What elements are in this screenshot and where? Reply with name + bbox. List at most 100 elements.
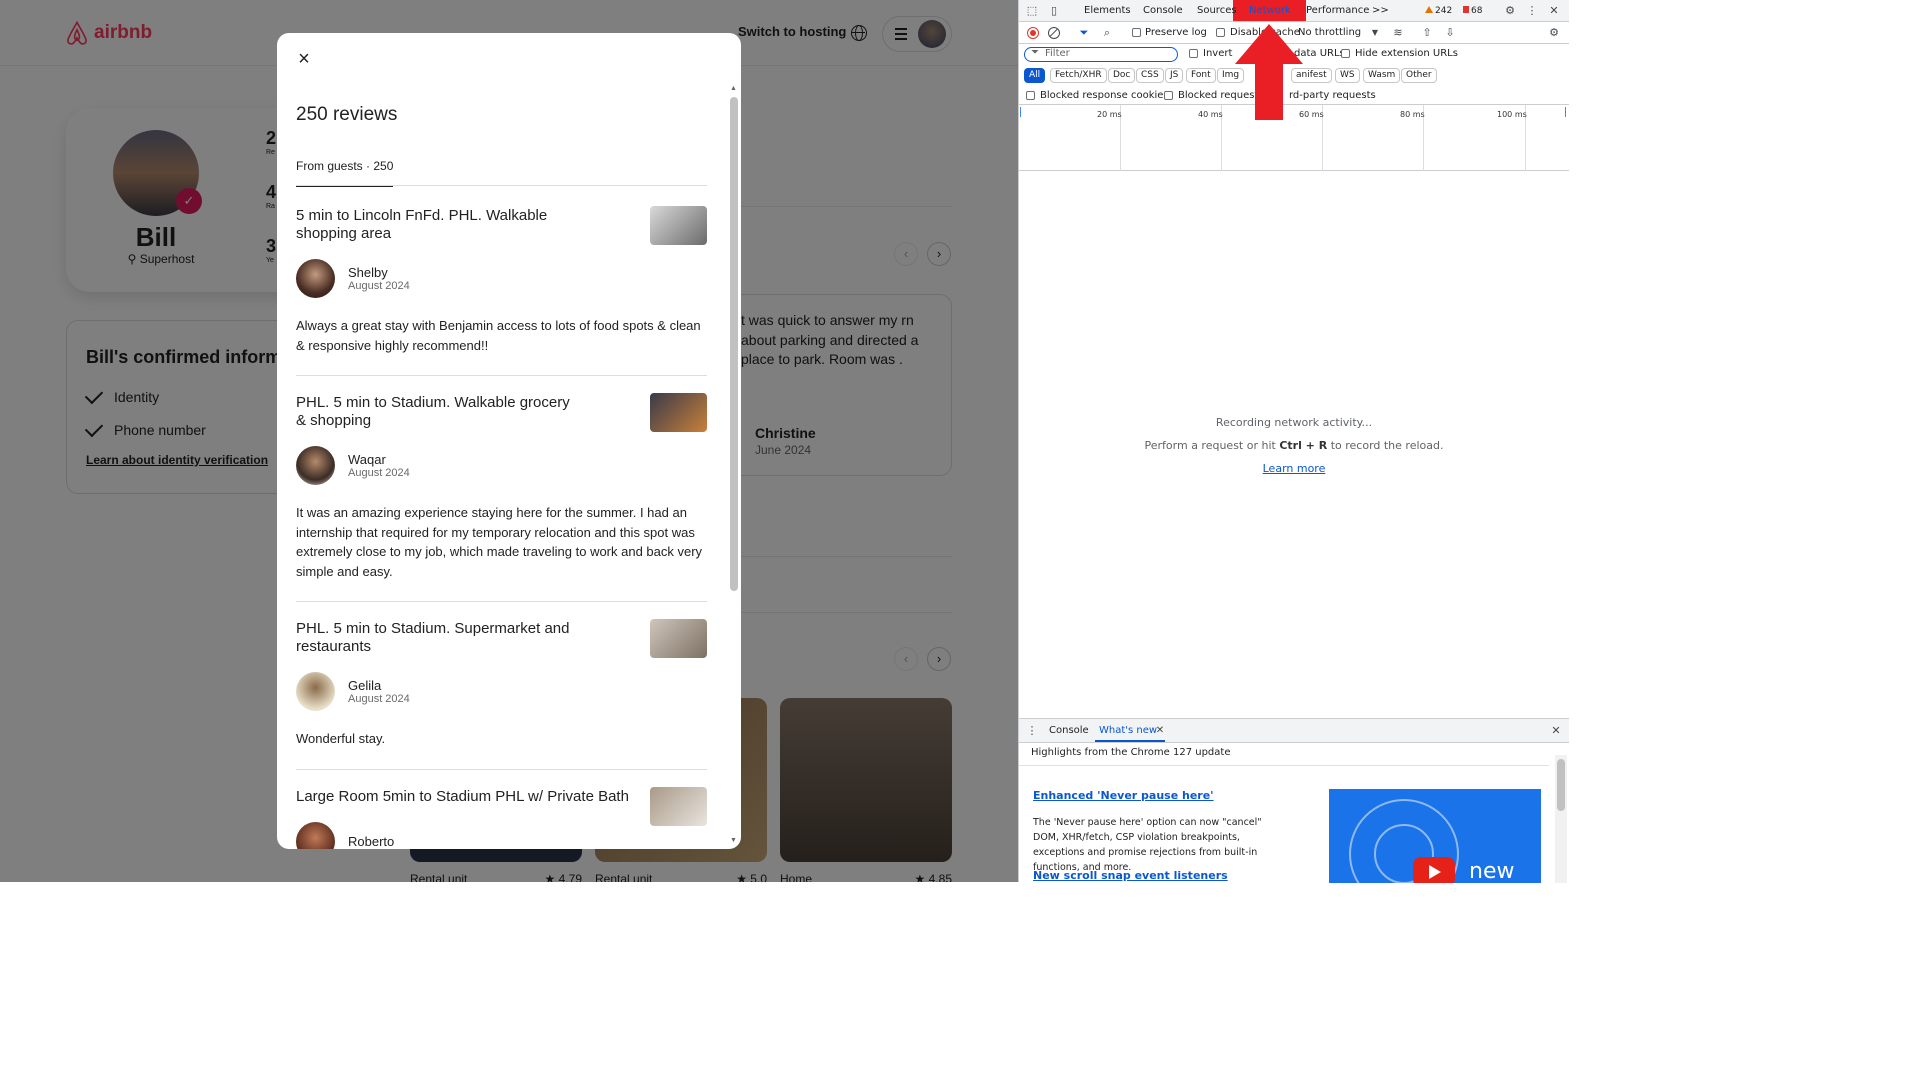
scrollbar-thumb[interactable] [1557,759,1565,811]
more-options-icon[interactable]: ⋮ [1525,4,1539,18]
timeline-tick-label: 80 ms [1400,110,1425,119]
reviews-modal: × 250 reviews From guests · 250 5 min to… [277,33,741,849]
type-filter-js[interactable]: JS [1165,68,1184,83]
invert-checkbox[interactable] [1189,49,1198,58]
reviews-list: 5 min to Lincoln FnFd. PHL. Walkable sho… [296,206,707,849]
type-filter-wasm[interactable]: Wasm [1363,68,1401,83]
hide-extension-urls-checkbox[interactable] [1341,49,1350,58]
type-filter-all[interactable]: All [1024,68,1046,83]
export-har-icon[interactable]: ⇩ [1443,26,1457,40]
type-filter-font[interactable]: Font [1186,68,1216,83]
drawer-scrollbar[interactable] [1555,755,1567,883]
review-item: PHL. 5 min to Stadium. Supermarket and r… [296,619,707,770]
reviewer-name: Shelby [348,265,388,280]
network-conditions-icon[interactable]: ≋ [1391,26,1405,40]
type-filter-css[interactable]: CSS [1136,68,1164,83]
review-item: PHL. 5 min to Stadium. Walkable grocery … [296,393,707,602]
blocked-cookies-checkbox[interactable] [1026,91,1035,100]
modal-title: 250 reviews [296,104,398,125]
review-text: It was an amazing experience staying her… [296,505,703,579]
type-filter-doc[interactable]: Doc [1108,68,1136,83]
tab-performance[interactable]: Performance [1306,5,1369,16]
filter-funnel-icon: ⏷ [1031,47,1039,58]
timeline-tick-label: 20 ms [1097,110,1122,119]
reviewer-name: Gelila [348,678,382,693]
video-label: new [1469,859,1515,883]
preserve-log-label: Preserve log [1145,27,1207,38]
listing-thumbnail[interactable] [650,786,707,826]
reviewer-name: Roberto [348,833,395,849]
review-date: August 2024 [348,693,410,705]
clear-icon[interactable] [1048,27,1060,39]
type-filter-ws[interactable]: WS [1335,68,1360,83]
blocked-requests-checkbox[interactable] [1164,91,1173,100]
type-filter-other[interactable]: Other [1401,68,1437,83]
devtools-drawer: ⋮ Console What's new ✕ ✕ Highlights from… [1019,718,1569,883]
review-listing-title[interactable]: PHL. 5 min to Stadium. Supermarket and r… [296,620,576,656]
search-icon[interactable]: ⌕ [1100,26,1114,40]
review-date: August 2024 [348,467,410,479]
throttling-select[interactable]: No throttling [1298,27,1361,38]
import-har-icon[interactable]: ⇧ [1420,26,1434,40]
timeline-start-handle[interactable] [1020,107,1023,117]
whats-new-item-title[interactable]: Enhanced 'Never pause here' [1033,789,1214,802]
close-icon[interactable]: × [293,49,315,71]
review-listing-title[interactable]: Large Room 5min to Stadium PHL w/ Privat… [296,788,646,806]
reviewer-avatar [296,446,335,485]
more-tabs-chevron-icon[interactable]: >> [1372,5,1389,16]
close-tab-icon[interactable]: ✕ [1153,724,1167,738]
reviewer-avatar [296,672,335,711]
whats-new-video-thumbnail[interactable]: new [1329,789,1541,883]
review-date: August 2024 [348,280,410,292]
listing-thumbnail[interactable] [650,619,707,658]
tab-console[interactable]: Console [1143,5,1183,16]
record-icon[interactable] [1027,27,1039,39]
timeline-tick-label: 100 ms [1497,110,1527,119]
disable-cache-checkbox[interactable] [1216,28,1225,37]
filter-input[interactable]: ⏷ Filter [1024,47,1178,62]
scroll-up-icon[interactable]: ▲ [730,85,737,92]
airbnb-page: airbnb Switch to hosting ✓ Bill ⚲ Superh… [0,0,1018,882]
review-item: 5 min to Lincoln FnFd. PHL. Walkable sho… [296,206,707,376]
review-item: Large Room 5min to Stadium PHL w/ Privat… [296,786,707,849]
tab-sources[interactable]: Sources [1197,5,1237,16]
close-devtools-icon[interactable]: ✕ [1547,4,1561,18]
recording-status: Recording network activity... [1215,416,1373,429]
review-listing-title[interactable]: PHL. 5 min to Stadium. Walkable grocery … [296,394,576,430]
devtools-panel: ⬚ ▯ Elements Console Sources Network Per… [1018,0,1569,883]
modal-scrollbar[interactable]: ▲ ▼ [728,85,739,849]
reviewer: Gelila August 2024 [296,672,707,711]
tab-from-guests[interactable]: From guests · 250 [296,159,394,187]
preserve-log-checkbox[interactable] [1132,28,1141,37]
red-arrow-annotation [1235,24,1303,120]
errors-count[interactable]: 68 [1463,6,1482,16]
inspect-element-icon[interactable]: ⬚ [1025,4,1039,18]
drawer-tab-whats-new[interactable]: What's new [1099,725,1157,736]
timeline-end-handle[interactable] [1565,107,1568,117]
listing-thumbnail[interactable] [650,393,707,432]
warnings-count[interactable]: 242 [1425,6,1452,16]
scrollbar-thumb[interactable] [730,97,738,591]
invert-label: Invert [1203,48,1233,59]
close-drawer-icon[interactable]: ✕ [1549,724,1563,738]
device-toolbar-icon[interactable]: ▯ [1047,4,1061,18]
review-listing-title[interactable]: 5 min to Lincoln FnFd. PHL. Walkable sho… [296,207,576,243]
learn-more-link[interactable]: Learn more [1263,462,1326,475]
tab-network[interactable]: Network [1249,5,1291,16]
scroll-down-icon[interactable]: ▼ [730,837,737,844]
settings-gear-icon[interactable]: ⚙ [1503,4,1517,18]
chevron-down-icon[interactable]: ▼ [1368,26,1382,40]
drawer-tab-console[interactable]: Console [1049,725,1089,736]
youtube-play-icon[interactable] [1413,857,1455,883]
reviewer-name: Waqar [348,452,386,467]
reviewer: Waqar August 2024 [296,446,707,485]
network-settings-gear-icon[interactable]: ⚙ [1547,26,1561,40]
warning-icon [1425,6,1433,13]
whats-new-item-title[interactable]: New scroll snap event listeners [1033,869,1228,882]
tab-elements[interactable]: Elements [1084,5,1131,16]
drawer-menu-icon[interactable]: ⋮ [1025,724,1039,738]
listing-thumbnail[interactable] [650,206,707,245]
filter-icon[interactable]: ⏷ [1077,26,1091,40]
learn-more-wrapper: Learn more [1019,462,1569,475]
type-filter-fetch-xhr[interactable]: Fetch/XHR [1050,68,1107,83]
